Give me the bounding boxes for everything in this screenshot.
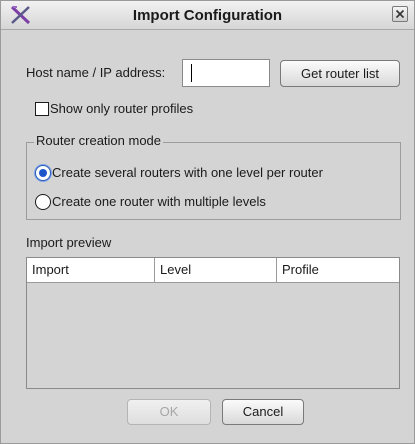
radio-several-routers[interactable] xyxy=(35,165,51,181)
close-button[interactable] xyxy=(392,6,408,22)
dialog-title: Import Configuration xyxy=(132,7,283,24)
host-label: Host name / IP address: xyxy=(26,65,166,80)
radio-several-routers-label[interactable]: Create several routers with one level pe… xyxy=(52,165,323,180)
router-creation-mode-legend: Router creation mode xyxy=(34,133,164,148)
show-only-profiles-checkbox[interactable] xyxy=(35,102,49,116)
cancel-button[interactable]: Cancel xyxy=(222,399,304,425)
ok-button[interactable]: OK xyxy=(127,399,211,425)
title-bar[interactable]: Import Configuration xyxy=(1,1,414,30)
import-preview-label: Import preview xyxy=(26,235,112,250)
host-input[interactable] xyxy=(182,59,270,87)
radio-one-router-label[interactable]: Create one router with multiple levels xyxy=(52,194,266,209)
column-level-header[interactable]: Level xyxy=(155,258,276,282)
radio-one-router[interactable] xyxy=(35,194,51,210)
import-configuration-dialog: Import Configuration Host name / IP addr… xyxy=(0,0,415,444)
text-caret xyxy=(191,64,192,82)
import-preview-table[interactable]: Import Level Profile xyxy=(26,257,400,389)
table-header: Import Level Profile xyxy=(27,258,399,283)
close-icon xyxy=(395,9,405,19)
get-router-list-button[interactable]: Get router list xyxy=(280,60,400,87)
show-only-profiles-label[interactable]: Show only router profiles xyxy=(50,101,193,116)
column-import-header[interactable]: Import xyxy=(27,258,154,282)
column-profile-header[interactable]: Profile xyxy=(277,258,399,282)
